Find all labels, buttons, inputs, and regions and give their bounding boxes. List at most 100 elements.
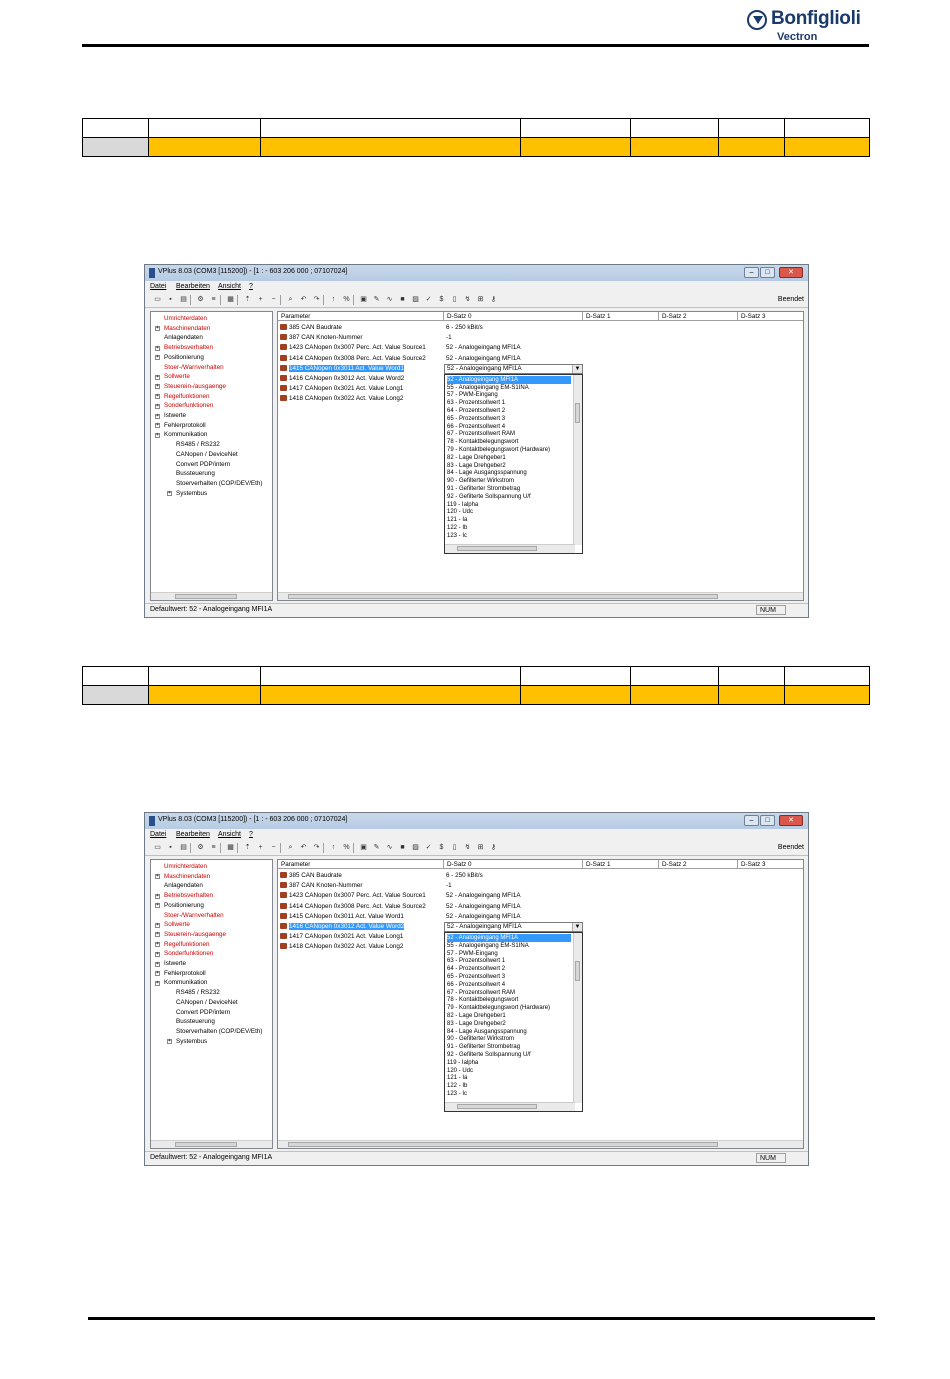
dropdown-option[interactable]: 123 - Ic bbox=[447, 532, 571, 540]
tree-item[interactable]: Bussteuerung bbox=[176, 470, 215, 477]
scroll-thumb[interactable] bbox=[288, 594, 718, 599]
dollar-icon[interactable]: $ bbox=[437, 295, 446, 304]
chevron-down-icon[interactable]: ▼ bbox=[572, 364, 582, 373]
tree-item[interactable]: Systembus bbox=[176, 1038, 207, 1045]
tree-item[interactable]: Fehlerprotokoll bbox=[164, 970, 206, 977]
parameter-value[interactable]: 6 - 250 kBit/s bbox=[446, 871, 483, 880]
tree-item[interactable]: Systembus bbox=[176, 490, 207, 497]
dropdown-option[interactable]: 55 - Analogeingang EM-S1INA bbox=[447, 384, 571, 392]
tree-item[interactable]: Maschinendaten bbox=[164, 873, 210, 880]
dropdown-option[interactable]: 91 - Gefilterter Strombetrag bbox=[447, 485, 571, 493]
save-icon[interactable]: ▪ bbox=[166, 843, 175, 852]
tree-expander[interactable]: + bbox=[167, 1039, 172, 1045]
dropdown-option[interactable]: 82 - Lage Drehgeber1 bbox=[447, 1012, 571, 1020]
value-dropdown-list[interactable]: 52 - Analogeingang MFI1A 55 - Analogeinga… bbox=[444, 373, 583, 554]
tree-item[interactable]: Stoerverhalten (COP/DEV/Eth) bbox=[176, 480, 262, 487]
dropdown-option[interactable]: 121 - Ia bbox=[447, 1074, 571, 1082]
tool-icon[interactable]: ⚙ bbox=[196, 843, 205, 852]
dollar-icon[interactable]: $ bbox=[437, 843, 446, 852]
parameter-row[interactable]: 1416 CANopen 0x3012 Act. Value Word2 bbox=[280, 922, 405, 931]
image-icon[interactable]: ▨ bbox=[411, 843, 420, 852]
tree-expander[interactable]: + bbox=[155, 413, 160, 419]
tree-item[interactable]: Regelfunktionen bbox=[164, 941, 210, 948]
column-header[interactable]: Parameter bbox=[278, 860, 444, 869]
scroll-thumb[interactable] bbox=[575, 402, 580, 423]
parameter-row[interactable]: 387 CAN Knoten-Nummer bbox=[280, 333, 363, 342]
tree-horizontal-scrollbar[interactable] bbox=[151, 592, 272, 600]
parameter-row[interactable]: 1415 CANopen 0x3011 Act. Value Word1 bbox=[280, 364, 404, 373]
parameter-row[interactable]: 1417 CANopen 0x3021 Act. Value Long1 bbox=[280, 384, 403, 393]
tree-item[interactable]: Anlagendaten bbox=[164, 882, 203, 889]
dropdown-option[interactable]: 92 - Gefilterte Sollspannung U/f bbox=[447, 1051, 571, 1059]
undo-icon[interactable]: ↶ bbox=[299, 843, 308, 852]
close-button[interactable]: ✕ bbox=[779, 267, 803, 278]
dropdown-option[interactable]: 119 - Ialpha bbox=[447, 1059, 571, 1067]
tree-expander[interactable]: + bbox=[155, 922, 160, 928]
grid-icon[interactable]: ▦ bbox=[226, 295, 235, 304]
parameter-tree[interactable]: Umrichterdaten + Maschinendaten Anlagendate… bbox=[150, 311, 273, 601]
save-icon[interactable]: ▪ bbox=[166, 295, 175, 304]
dropdown-option[interactable]: 63 - Prozentsollwert 1 bbox=[447, 399, 571, 407]
remove-icon[interactable]: − bbox=[269, 843, 278, 852]
tree-item[interactable]: CANopen / DeviceNet bbox=[176, 451, 238, 458]
tree-item[interactable]: Steuerein-/ausgaenge bbox=[164, 931, 226, 938]
parameter-tree[interactable]: Umrichterdaten + Maschinendaten Anlagendate… bbox=[150, 859, 273, 1149]
chip-icon[interactable]: ■ bbox=[398, 843, 407, 852]
tree-item[interactable]: Steuerein-/ausgaenge bbox=[164, 383, 226, 390]
plot-icon[interactable]: ↯ bbox=[463, 295, 472, 304]
parameter-row[interactable]: 1417 CANopen 0x3021 Act. Value Long1 bbox=[280, 932, 403, 941]
parameter-row[interactable]: 1418 CANopen 0x3022 Act. Value Long2 bbox=[280, 942, 403, 951]
dropdown-option[interactable]: 79 - Kontaktbelegungswort (Hardware) bbox=[447, 446, 571, 454]
dropdown-option[interactable]: 67 - Prozentsollwert RAM bbox=[447, 430, 571, 438]
parameter-value[interactable]: 52 - Analogeingang MFI1A bbox=[446, 354, 521, 363]
dropdown-option[interactable]: 66 - Prozentsollwert 4 bbox=[447, 981, 571, 989]
doc-icon[interactable]: ▯ bbox=[450, 295, 459, 304]
doc-icon[interactable]: ▯ bbox=[450, 843, 459, 852]
tree-expander[interactable]: + bbox=[155, 874, 160, 880]
dropdown-option[interactable]: 83 - Lage Drehgeber2 bbox=[447, 462, 571, 470]
tree-item[interactable]: Sonderfunktionen bbox=[164, 402, 213, 409]
tree-item[interactable]: Kommunikation bbox=[164, 431, 207, 438]
plot-icon[interactable]: ↯ bbox=[463, 843, 472, 852]
wave-icon[interactable]: ∿ bbox=[385, 843, 394, 852]
tree-expander[interactable]: + bbox=[155, 432, 160, 438]
dropdown-option[interactable]: 78 - Kontaktbelegungswort bbox=[447, 438, 571, 446]
dropdown-option[interactable]: 65 - Prozentsollwert 3 bbox=[447, 415, 571, 423]
menu-item-bearbeiten[interactable]: Bearbeiten bbox=[176, 831, 210, 838]
remove-icon[interactable]: − bbox=[269, 295, 278, 304]
dropdown-option[interactable]: 64 - Prozentsollwert 2 bbox=[447, 407, 571, 415]
scale-icon[interactable]: % bbox=[342, 843, 351, 852]
add-icon[interactable]: + bbox=[256, 843, 265, 852]
tree-expander[interactable]: + bbox=[155, 942, 160, 948]
parameter-row[interactable]: 385 CAN Baudrate bbox=[280, 323, 342, 332]
parameter-row[interactable]: 1415 CANopen 0x3011 Act. Value Word1 bbox=[280, 912, 404, 921]
parameter-grid[interactable]: Parameter D-Satz 0 D-Satz 1 D-Satz 2 D-Satz … bbox=[277, 859, 804, 1149]
dropdown-option[interactable]: 83 - Lage Drehgeber2 bbox=[447, 1020, 571, 1028]
tree-item[interactable]: Stoer-/Warnverhalten bbox=[164, 912, 224, 919]
redo-icon[interactable]: ↷ bbox=[312, 843, 321, 852]
wave-icon[interactable]: ∿ bbox=[385, 295, 394, 304]
parameter-row[interactable]: 1414 CANopen 0x3008 Perc. Act. Value Sou… bbox=[280, 902, 426, 911]
tree-item[interactable]: Betriebsverhalten bbox=[164, 892, 213, 899]
tree-expander[interactable]: + bbox=[155, 932, 160, 938]
column-header[interactable]: D-Satz 0 bbox=[444, 312, 583, 321]
list-icon[interactable]: ≡ bbox=[209, 843, 218, 852]
tree-expander[interactable]: + bbox=[167, 491, 172, 497]
scroll-thumb[interactable] bbox=[175, 594, 237, 599]
tree-item[interactable]: Positionierung bbox=[164, 354, 204, 361]
dropdown-option[interactable]: 84 - Lage Ausgangsspannung bbox=[447, 469, 571, 477]
parameter-row[interactable]: 1423 CANopen 0x3007 Perc. Act. Value Sou… bbox=[280, 891, 426, 900]
tree-item[interactable]: Sollwerte bbox=[164, 373, 190, 380]
tree-expander[interactable]: + bbox=[155, 971, 160, 977]
dropdown-option[interactable]: 120 - Udc bbox=[447, 1067, 571, 1075]
tree-item[interactable]: RS485 / RS232 bbox=[176, 989, 220, 996]
tree-expander[interactable]: + bbox=[155, 893, 160, 899]
pin-icon[interactable]: ↑ bbox=[329, 295, 338, 304]
tree-expander[interactable]: + bbox=[155, 355, 160, 361]
monitor-icon[interactable]: ▣ bbox=[359, 843, 368, 852]
tree-expander[interactable]: + bbox=[155, 345, 160, 351]
minimize-button[interactable]: – bbox=[744, 267, 759, 278]
tree-expander[interactable]: + bbox=[155, 326, 160, 332]
grid-horizontal-scrollbar[interactable] bbox=[278, 592, 803, 600]
tree-item[interactable]: Kommunikation bbox=[164, 979, 207, 986]
